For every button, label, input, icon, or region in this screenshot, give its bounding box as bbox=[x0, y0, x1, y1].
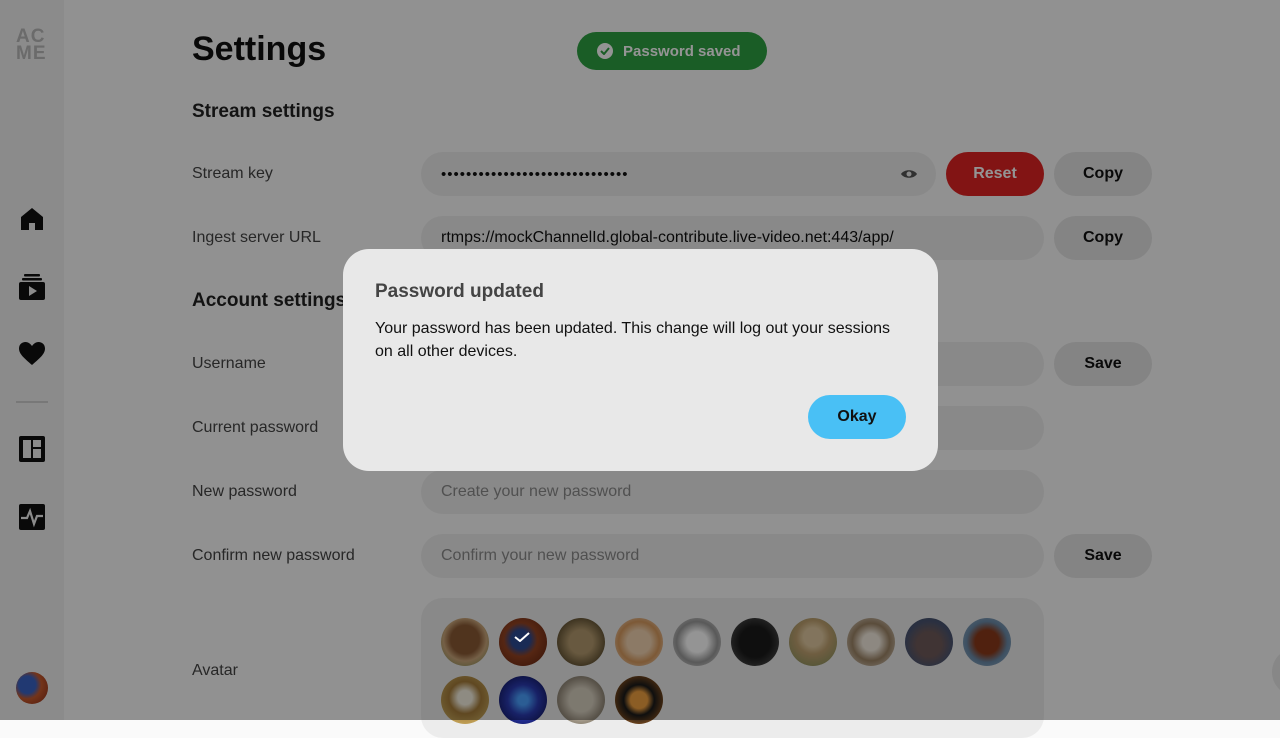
okay-button[interactable]: Okay bbox=[808, 395, 906, 439]
dialog-title: Password updated bbox=[375, 281, 544, 302]
selected-check-icon bbox=[514, 632, 530, 642]
password-updated-dialog: Password updated Your password has been … bbox=[343, 249, 938, 471]
dialog-body: Your password has been updated. This cha… bbox=[375, 320, 890, 360]
